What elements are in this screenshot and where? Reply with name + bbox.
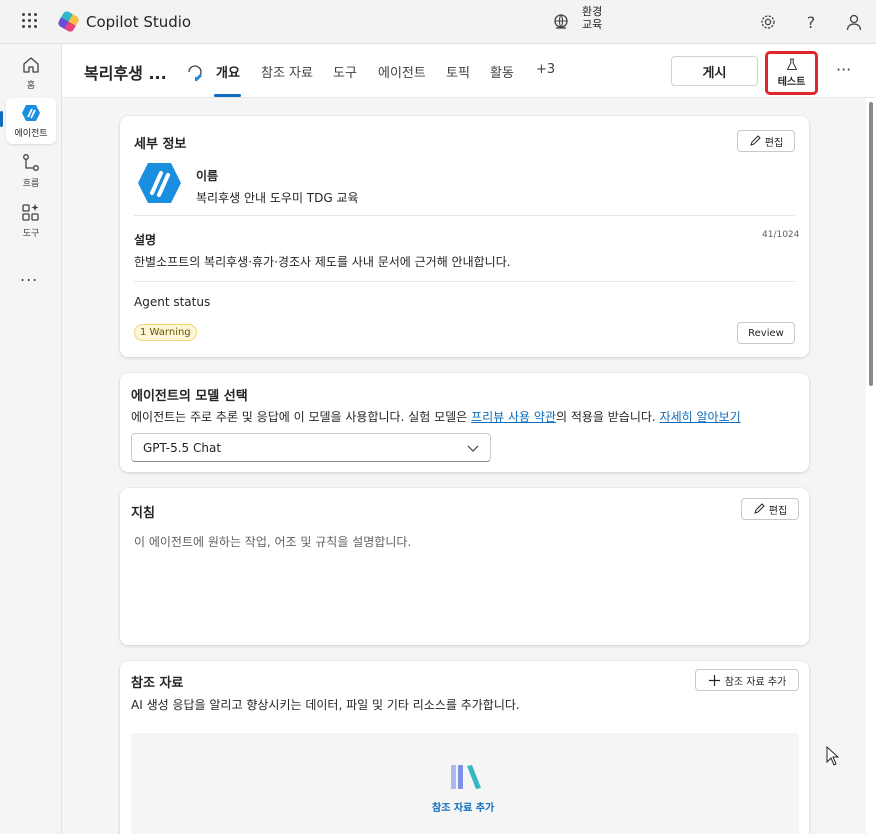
knowledge-drop-zone[interactable]: 참조 자료 추가 (131, 733, 799, 834)
instructions-card: 지침 편집 이 에이전트에 원하는 작업, 어조 및 규칙을 설명합니다. (120, 488, 809, 645)
details-edit-label: 편집 (764, 137, 784, 149)
review-button[interactable]: Review (737, 322, 795, 344)
warning-badge[interactable]: 1 Warning (134, 324, 197, 341)
settings-icon[interactable] (758, 12, 778, 32)
model-desc-text-2: 의 적용을 받습니다. (555, 410, 660, 424)
model-title: 에이전트의 모델 선택 (131, 389, 248, 404)
description-char-count: 41/1024 (762, 230, 800, 240)
waffle-icon[interactable] (22, 13, 38, 29)
tab-active-underline (214, 94, 241, 97)
profile-icon[interactable] (844, 12, 864, 32)
mouse-cursor-icon (826, 746, 840, 766)
tab-knowledge[interactable]: 참조 자료 (261, 62, 313, 81)
test-button-label: 테스트 (777, 77, 806, 88)
top-bar: Copilot Studio 환경 교육 ? (0, 0, 876, 44)
flask-icon (786, 58, 797, 71)
tools-icon (22, 204, 39, 221)
details-title: 세부 정보 (134, 137, 187, 152)
books-icon (451, 765, 481, 789)
model-desc-text: 에이전트는 주로 추론 및 응답에 이 모델을 사용합니다. 실험 모델은 (131, 410, 472, 424)
environment-name: 교육 (582, 18, 603, 31)
tab-activity[interactable]: 활동 (490, 62, 514, 81)
tab-more[interactable]: +3 (536, 62, 555, 77)
knowledge-title: 참조 자료 (131, 676, 184, 691)
page-scrollbar[interactable] (866, 98, 876, 834)
name-label: 이름 (196, 169, 219, 183)
rail-label-tools: 도구 (22, 229, 40, 239)
plus-icon (708, 674, 720, 686)
rail-item-flows[interactable]: 흐름 (6, 148, 56, 194)
details-card: 세부 정보 편집 이름 복리후생 안내 도우미 TDG 교육 설명 41/102… (120, 116, 809, 357)
help-icon[interactable]: ? (801, 12, 821, 32)
agent-name[interactable]: 복리후생 ... (84, 60, 167, 84)
instructions-placeholder[interactable]: 이 에이전트에 원하는 작업, 어조 및 규칙을 설명합니다. (134, 533, 411, 550)
rail-active-indicator (0, 111, 3, 127)
drop-zone-add-knowledge[interactable]: 참조 자료 추가 (432, 799, 494, 814)
home-icon (23, 57, 39, 73)
name-value: 복리후생 안내 도우미 TDG 교육 (196, 191, 359, 205)
instructions-edit-button[interactable]: 편집 (741, 498, 799, 520)
left-rail: 홈 에이전트 흐름 도구 ... (0, 44, 62, 834)
tab-agents[interactable]: 에이전트 (378, 62, 426, 81)
details-divider-2 (134, 281, 795, 282)
environment-label[interactable]: 환경 교육 (582, 5, 602, 31)
tab-topics[interactable]: 토픽 (446, 62, 470, 81)
knowledge-description: AI 생성 응답을 알리고 향상시키는 데이터, 파일 및 기타 리소스를 추가… (131, 698, 520, 712)
copilot-studio-logo (56, 9, 81, 34)
rail-label-home: 홈 (26, 81, 36, 91)
app-title[interactable]: Copilot Studio (86, 13, 191, 31)
instructions-title: 지침 (131, 506, 155, 521)
agent-avatar-icon (138, 163, 181, 203)
description-value: 한별소프트의 복리후생·휴가·경조사 제도를 사내 문서에 근거해 안내합니다. (134, 255, 511, 269)
environment-caption: 환경 (582, 5, 603, 18)
agent-icon (22, 105, 40, 121)
more-options-button[interactable]: ··· (836, 60, 851, 79)
publish-button[interactable]: 게시 (671, 56, 758, 86)
scrollbar-thumb[interactable] (869, 102, 873, 386)
tab-tools[interactable]: 도구 (333, 62, 357, 81)
model-select[interactable]: GPT-5.5 Chat (131, 433, 491, 462)
chevron-down-icon (467, 445, 479, 452)
instructions-edit-label: 편집 (768, 505, 788, 517)
rail-more-icon[interactable]: ... (20, 266, 38, 285)
flow-icon (23, 154, 39, 171)
test-button[interactable]: 테스트 (765, 51, 818, 95)
model-description: 에이전트는 주로 추론 및 응답에 이 모델을 사용합니다. 실험 모델은 프리… (131, 408, 741, 425)
agent-header: 복리후생 ... 개요 참조 자료 도구 에이전트 토픽 활동 +3 게시 테스… (62, 44, 876, 98)
description-label: 설명 (134, 233, 157, 247)
add-knowledge-button[interactable]: 참조 자료 추가 (695, 669, 799, 691)
environment-icon[interactable] (552, 13, 570, 31)
details-edit-button[interactable]: 편집 (737, 130, 795, 152)
add-knowledge-label: 참조 자료 추가 (724, 676, 787, 688)
pencil-icon (750, 135, 761, 146)
rail-label-agents: 에이전트 (14, 129, 48, 139)
preview-terms-link[interactable]: 프리뷰 사용 약관 (471, 410, 556, 424)
learn-more-link[interactable]: 자세히 알아보기 (660, 410, 741, 424)
knowledge-card: 참조 자료 참조 자료 추가 AI 생성 응답을 알리고 향상시키는 데이터, … (120, 661, 809, 834)
agent-edit-icon[interactable] (186, 63, 204, 81)
model-card: 에이전트의 모델 선택 에이전트는 주로 추론 및 응답에 이 모델을 사용합니… (120, 373, 809, 472)
tab-overview[interactable]: 개요 (216, 62, 240, 81)
rail-item-home[interactable]: 홈 (6, 50, 56, 96)
agent-status-label: Agent status (134, 295, 211, 309)
details-divider-1 (134, 215, 795, 216)
model-select-value: GPT-5.5 Chat (143, 441, 222, 455)
rail-item-agents[interactable]: 에이전트 (6, 98, 56, 144)
rail-label-flows: 흐름 (22, 179, 40, 189)
rail-item-tools[interactable]: 도구 (6, 198, 56, 244)
pencil-icon (754, 503, 765, 514)
